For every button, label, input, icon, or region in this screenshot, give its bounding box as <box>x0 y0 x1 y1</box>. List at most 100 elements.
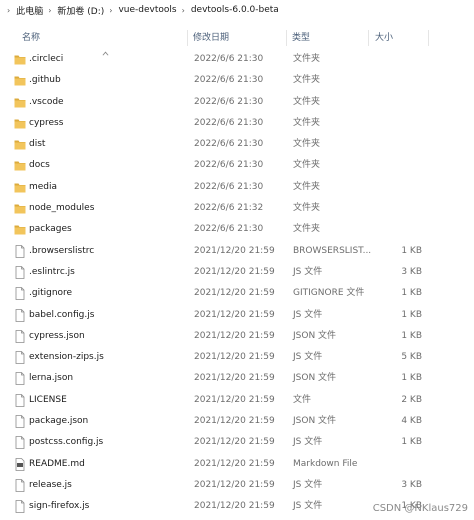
file-name: LICENSE <box>29 394 67 405</box>
column-header-name[interactable]: 名称 <box>22 28 40 48</box>
file-date: 2022/6/6 21:32 <box>194 203 264 214</box>
breadcrumb-item[interactable]: vue-devtools <box>118 5 176 15</box>
file-date: 2022/6/6 21:30 <box>194 160 264 171</box>
file-size <box>360 134 422 155</box>
file-name: .github <box>29 75 61 86</box>
file-row[interactable]: node_modules 2022/6/6 21:32 文件夹 <box>0 198 474 219</box>
folder-icon <box>14 119 26 129</box>
file-row[interactable]: LICENSE 2021/12/20 21:59 文件 2 KB <box>0 390 474 411</box>
column-header-type[interactable]: 类型 <box>292 28 310 48</box>
file-date: 2021/12/20 21:59 <box>194 394 275 405</box>
file-date: 2021/12/20 21:59 <box>194 309 275 320</box>
file-icon <box>15 415 25 428</box>
file-type: 文件 <box>293 394 312 405</box>
file-date: 2022/6/6 21:30 <box>194 96 264 107</box>
file-size: 4 KB <box>401 416 422 427</box>
file-type: 文件夹 <box>293 139 321 150</box>
file-size: 5 KB <box>401 352 422 363</box>
file-size <box>360 49 422 70</box>
file-size <box>360 198 422 219</box>
file-row[interactable]: package.json 2021/12/20 21:59 JSON 文件 4 KB <box>0 411 474 432</box>
folder-icon <box>14 140 26 150</box>
file-size <box>360 70 422 91</box>
file-row[interactable]: release.js 2021/12/20 21:59 JS 文件 3 KB <box>0 475 474 496</box>
file-icon <box>15 436 25 450</box>
file-name: docs <box>29 160 50 171</box>
file-name: sign-firefox.js <box>29 501 90 512</box>
file-row[interactable]: packages 2022/6/6 21:30 文件夹 <box>0 219 474 240</box>
file-row[interactable]: media 2022/6/6 21:30 文件夹 <box>0 177 474 198</box>
chevron-right-icon[interactable]: › <box>182 6 185 15</box>
file-icon <box>15 308 25 322</box>
folder-icon <box>14 204 26 214</box>
file-name: babel.config.js <box>29 309 95 320</box>
file-name: .vscode <box>29 96 64 107</box>
file-size: 1 KB <box>401 373 422 384</box>
file-date: 2021/12/20 21:59 <box>194 330 275 341</box>
file-size <box>360 92 422 113</box>
folder-icon <box>14 76 26 86</box>
file-row[interactable]: lerna.json 2021/12/20 21:59 JSON 文件 1 KB <box>0 368 474 389</box>
file-name: lerna.json <box>29 373 74 384</box>
file-name: node_modules <box>29 203 95 214</box>
file-date: 2022/6/6 21:30 <box>194 181 264 192</box>
file-size: 1 KB <box>401 437 422 448</box>
file-name: dist <box>29 139 46 150</box>
file-row[interactable]: babel.config.js 2021/12/20 21:59 JS 文件 1 KB <box>0 305 474 326</box>
file-date: 2022/6/6 21:30 <box>194 117 264 128</box>
breadcrumb-item[interactable]: 新加卷 (D:) <box>57 4 104 17</box>
file-row[interactable]: extension-zips.js 2021/12/20 21:59 JS 文件 5 … <box>0 347 474 368</box>
file-row[interactable]: dist 2022/6/6 21:30 文件夹 <box>0 134 474 155</box>
file-row[interactable]: README.md 2021/12/20 21:59 Markdown File <box>0 454 474 475</box>
markdown-file-icon <box>15 457 25 471</box>
file-type: 文件夹 <box>293 160 321 171</box>
file-size <box>360 155 422 176</box>
file-row[interactable]: .github 2022/6/6 21:30 文件夹 <box>0 70 474 91</box>
file-name: README.md <box>29 458 85 469</box>
file-date: 2021/12/20 21:59 <box>194 458 275 469</box>
chevron-right-icon[interactable]: › <box>48 6 51 15</box>
file-type: GITIGNORE 文件 <box>293 288 365 299</box>
breadcrumb-item[interactable]: devtools-6.0.0-beta <box>191 5 279 15</box>
file-row[interactable]: docs 2022/6/6 21:30 文件夹 <box>0 155 474 176</box>
file-size: 2 KB <box>401 394 422 405</box>
column-header-date[interactable]: 修改日期 <box>193 28 229 48</box>
file-name: extension-zips.js <box>29 352 104 363</box>
file-row[interactable]: .vscode 2022/6/6 21:30 文件夹 <box>0 92 474 113</box>
file-size <box>360 219 422 240</box>
folder-icon <box>14 98 26 108</box>
chevron-right-icon[interactable]: › <box>7 6 10 15</box>
file-row[interactable]: .gitignore 2021/12/20 21:59 GITIGNORE 文件 1 … <box>0 283 474 304</box>
file-row[interactable]: .eslintrc.js 2021/12/20 21:59 JS 文件 3 KB <box>0 262 474 283</box>
file-icon <box>15 351 25 365</box>
file-icon <box>15 329 25 343</box>
file-type: 文件夹 <box>293 96 321 107</box>
column-header-size[interactable]: 大小 <box>375 28 393 48</box>
file-row[interactable]: cypress.json 2021/12/20 21:59 JSON 文件 1 KB <box>0 326 474 347</box>
file-date: 2021/12/20 21:59 <box>194 437 275 448</box>
file-date: 2021/12/20 21:59 <box>194 479 275 490</box>
file-date: 2021/12/20 21:59 <box>194 245 275 256</box>
folder-icon <box>14 161 26 171</box>
file-type: 文件夹 <box>293 203 321 214</box>
file-row[interactable]: .browserslistrc 2021/12/20 21:59 BROWSERSL… <box>0 241 474 262</box>
file-date: 2022/6/6 21:30 <box>194 139 264 150</box>
file-type: 文件夹 <box>293 75 321 86</box>
file-name: release.js <box>29 479 72 490</box>
chevron-right-icon[interactable]: › <box>109 6 112 15</box>
file-name: media <box>29 181 58 192</box>
file-type: JSON 文件 <box>293 373 337 384</box>
file-row[interactable]: cypress 2022/6/6 21:30 文件夹 <box>0 113 474 134</box>
folder-icon <box>14 183 26 193</box>
file-name: package.json <box>29 416 89 427</box>
file-date: 2021/12/20 21:59 <box>194 288 275 299</box>
breadcrumb-item[interactable]: 此电脑 <box>16 4 43 17</box>
file-icon <box>15 479 25 492</box>
file-row[interactable]: postcss.config.js 2021/12/20 21:59 JS 文件 1 … <box>0 432 474 453</box>
file-row[interactable]: .circleci 2022/6/6 21:30 文件夹 <box>0 49 474 70</box>
file-type: 文件夹 <box>293 54 321 64</box>
file-type: JSON 文件 <box>293 416 337 427</box>
watermark: CSDN @NKlaus729 <box>372 503 468 514</box>
file-type: JSON 文件 <box>293 330 337 341</box>
folder-icon <box>14 55 26 65</box>
